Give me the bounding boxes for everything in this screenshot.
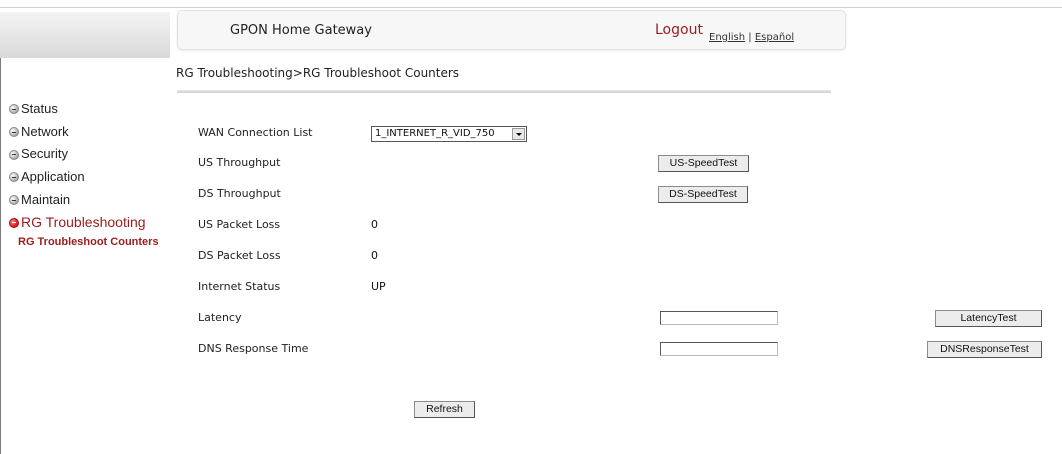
- internet-status-label: Internet Status: [198, 280, 281, 293]
- sidebar-subitem-rg-troubleshoot-counters[interactable]: RG Troubleshoot Counters: [18, 236, 159, 248]
- language-switcher: English | Español: [709, 32, 794, 43]
- sidebar-nav: Status Network Security Application Main…: [9, 98, 146, 234]
- us-speedtest-button[interactable]: US-SpeedTest: [658, 155, 749, 172]
- us-packet-loss-value: 0: [371, 218, 378, 231]
- espanol-link[interactable]: Español: [755, 32, 794, 43]
- ds-throughput-label: DS Throughput: [198, 187, 281, 200]
- app-title: GPON Home Gateway: [230, 23, 372, 38]
- language-separator: |: [748, 32, 752, 43]
- sidebar-header: [0, 12, 170, 58]
- sidebar-item-application[interactable]: Application: [9, 166, 146, 189]
- expand-icon: [9, 127, 19, 138]
- english-link[interactable]: English: [709, 32, 745, 43]
- ds-packet-loss-label: DS Packet Loss: [198, 249, 281, 262]
- latency-test-button[interactable]: LatencyTest: [935, 310, 1042, 327]
- top-rule: [0, 7, 1062, 8]
- sidebar-item-status[interactable]: Status: [9, 98, 146, 121]
- sidebar-item-label: Maintain: [21, 191, 71, 207]
- header-bar: GPON Home Gateway Logout English | Españ…: [177, 10, 846, 50]
- sidebar-item-network[interactable]: Network: [9, 121, 146, 144]
- latency-field[interactable]: [660, 311, 778, 325]
- sidebar-item-rg-troubleshooting[interactable]: RG Troubleshooting: [9, 211, 146, 234]
- wan-connection-label: WAN Connection List: [198, 126, 313, 139]
- sidebar-item-label: Network: [21, 123, 69, 139]
- sidebar-item-label: Security: [21, 146, 68, 162]
- internet-status-value: UP: [371, 280, 386, 293]
- wan-connection-select[interactable]: 1_INTERNET_R_VID_750: [371, 126, 527, 142]
- us-packet-loss-label: US Packet Loss: [198, 218, 281, 231]
- logout-link[interactable]: Logout: [655, 22, 703, 38]
- dropdown-arrow-icon: [512, 128, 525, 140]
- latency-label: Latency: [198, 311, 242, 324]
- us-throughput-label: US Throughput: [198, 156, 281, 169]
- dns-response-time-field[interactable]: [660, 342, 778, 356]
- refresh-button[interactable]: Refresh: [414, 401, 475, 418]
- divider: [177, 90, 831, 93]
- dns-response-test-button[interactable]: DNSResponseTest: [927, 341, 1042, 358]
- ds-speedtest-button[interactable]: DS-SpeedTest: [658, 186, 748, 203]
- expand-icon: [9, 149, 19, 160]
- wan-connection-selected-value: 1_INTERNET_R_VID_750: [375, 128, 495, 139]
- sidebar-item-label: Status: [21, 101, 58, 116]
- collapse-icon: [9, 217, 19, 228]
- expand-icon: [9, 172, 19, 183]
- expand-icon: [9, 104, 19, 115]
- expand-icon: [9, 195, 19, 206]
- sidebar-item-maintain[interactable]: Maintain: [9, 189, 146, 212]
- dns-response-time-label: DNS Response Time: [198, 342, 309, 355]
- sidebar-border: [0, 58, 1, 454]
- sidebar-item-security[interactable]: Security: [9, 143, 146, 166]
- ds-packet-loss-value: 0: [371, 249, 378, 262]
- sidebar-item-label: Application: [21, 169, 85, 185]
- sidebar-item-label: RG Troubleshooting: [21, 214, 146, 231]
- breadcrumb: RG Troubleshooting>RG Troubleshoot Count…: [176, 66, 460, 80]
